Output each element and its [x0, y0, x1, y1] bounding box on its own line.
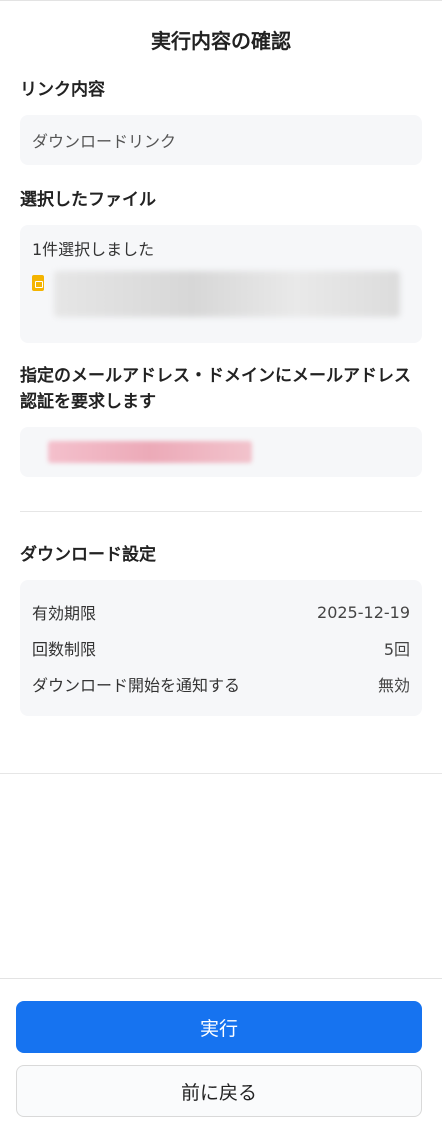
setting-value: 無効 — [377, 676, 410, 695]
setting-key: 回数制限 — [32, 640, 97, 659]
setting-key: 有効期限 — [32, 604, 97, 623]
setting-value: 5回 — [383, 640, 410, 659]
setting-row-expiry: 有効期限 2025-12-19 — [32, 594, 410, 630]
link-type-value: ダウンロードリンク — [32, 132, 177, 151]
setting-value: 2025-12-19 — [317, 602, 410, 622]
download-settings-box: 有効期限 2025-12-19 回数制限 5回 ダウンロード開始を通知する 無効 — [20, 580, 422, 716]
execute-button[interactable]: 実行 — [16, 1001, 422, 1053]
footer-actions: 実行 前に戻る — [0, 978, 442, 1138]
files-section-label: 選択したファイル — [20, 190, 156, 210]
back-button[interactable]: 前に戻る — [16, 1065, 422, 1117]
confirm-dialog: 実行内容の確認 リンク内容 ダウンロードリンク 選択したファイル 1件選択しまし… — [0, 0, 442, 1138]
download-settings-label: ダウンロード設定 — [20, 545, 156, 565]
link-type-box: ダウンロードリンク — [20, 115, 422, 165]
email-address-redacted — [48, 441, 252, 463]
email-auth-label: 指定のメールアドレス・ドメインにメールアドレス認証を要求します — [20, 366, 411, 412]
email-auth-box — [20, 427, 422, 477]
setting-key: ダウンロード開始を通知する — [32, 676, 241, 695]
setting-row-notify: ダウンロード開始を通知する 無効 — [32, 666, 410, 702]
content-divider — [0, 773, 442, 774]
setting-row-limit: 回数制限 5回 — [32, 630, 410, 666]
file-name-redacted — [54, 271, 400, 317]
content-area: リンク内容 ダウンロードリンク 選択したファイル 1件選択しました 指定のメール… — [0, 77, 442, 716]
file-list-item — [32, 271, 410, 317]
slides-file-icon — [32, 275, 44, 291]
selected-files-box: 1件選択しました — [20, 225, 422, 343]
section-divider — [20, 511, 422, 512]
page-title: 実行内容の確認 — [151, 28, 291, 53]
link-section-label: リンク内容 — [20, 80, 105, 100]
files-count-text: 1件選択しました — [32, 240, 155, 259]
